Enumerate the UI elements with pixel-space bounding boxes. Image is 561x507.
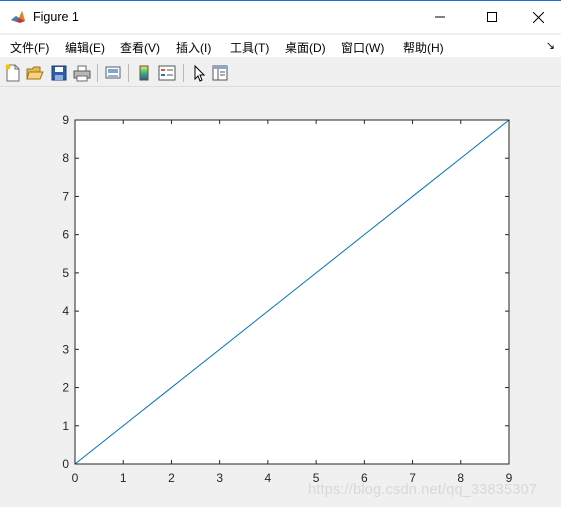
y-tick-label: 6	[62, 228, 69, 242]
y-tick-label: 5	[62, 266, 69, 280]
watermark-text: https://blog.csdn.net/qq_33835307	[308, 482, 538, 498]
x-tick-label: 1	[120, 471, 127, 485]
y-tick-label: 4	[62, 304, 69, 318]
y-tick-label: 2	[62, 381, 69, 395]
y-tick-label: 1	[62, 419, 69, 433]
figure-window: Figure 1 文件(F) 编辑(E) 查看(V) 插入(I) 工具(T) 桌…	[0, 0, 561, 507]
y-tick-label: 7	[62, 189, 69, 203]
x-tick-label: 3	[216, 471, 223, 485]
x-tick-label: 2	[168, 471, 175, 485]
y-tick-label: 3	[62, 342, 69, 356]
y-tick-label: 8	[62, 151, 69, 165]
y-tick-label: 9	[62, 113, 69, 127]
line-plot: 0 1 2 3 4 5 6 7 8 90123456789	[62, 113, 512, 485]
x-tick-label: 0	[72, 471, 79, 485]
x-tick-label: 4	[265, 471, 272, 485]
y-tick-label: 0	[62, 457, 69, 471]
